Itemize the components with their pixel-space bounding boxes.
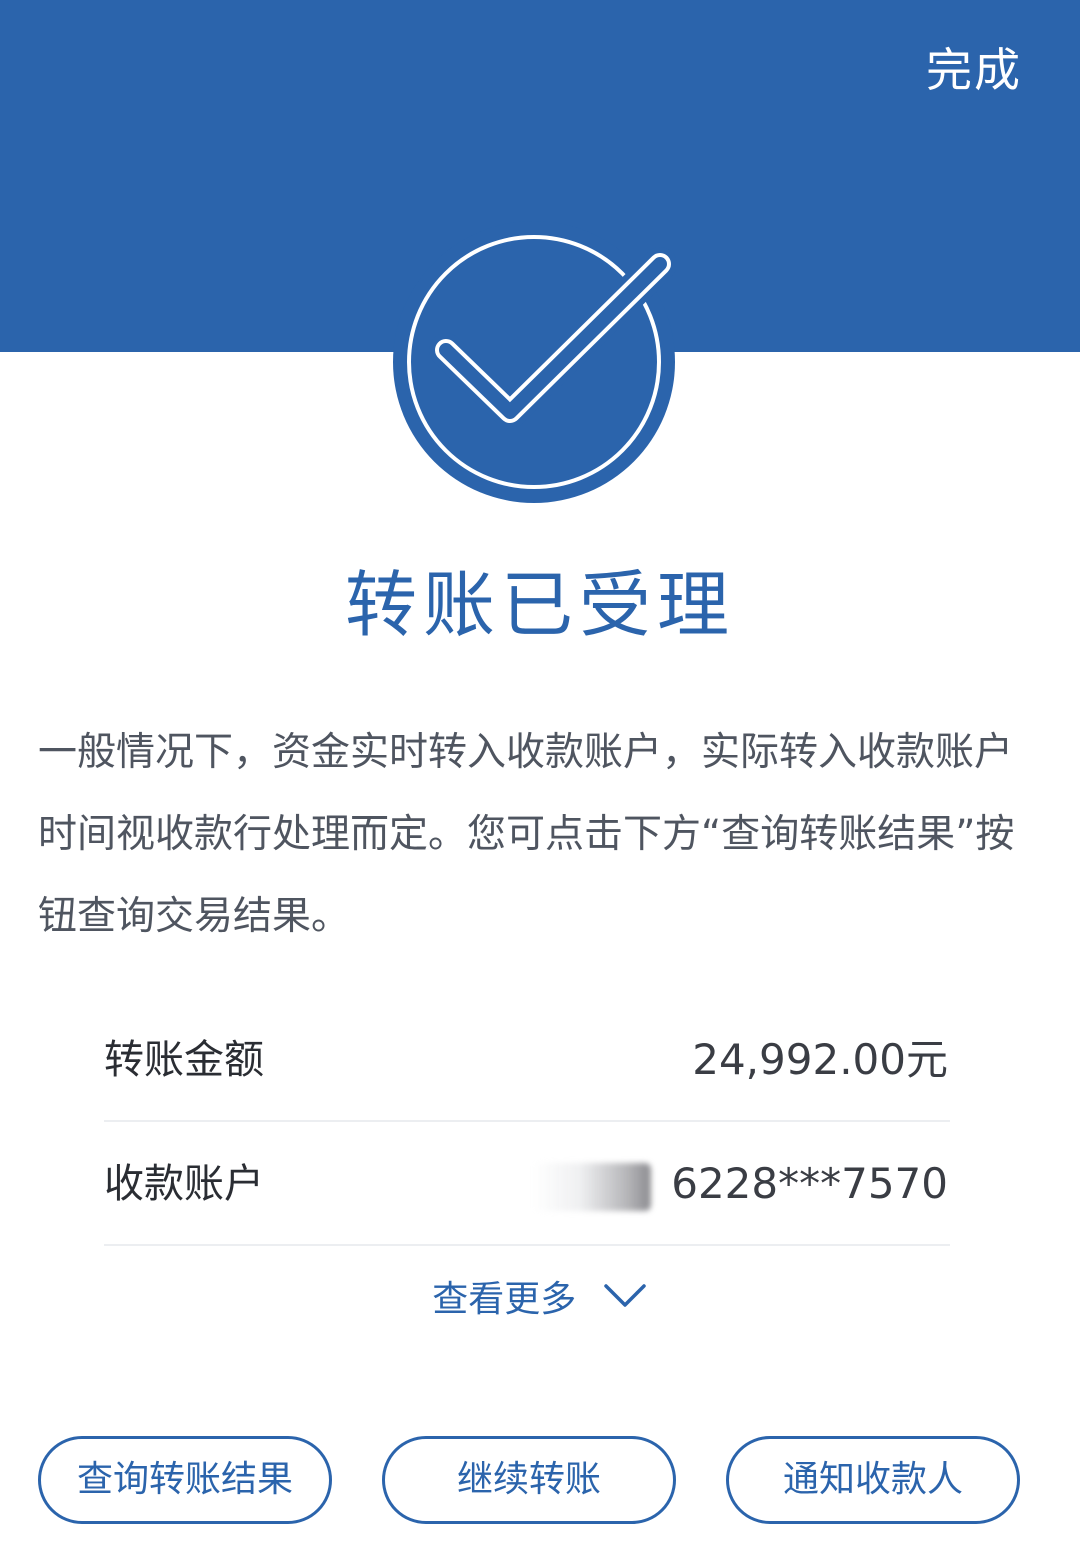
see-more-label: 查看更多 xyxy=(432,1279,577,1320)
continue-transfer-button[interactable]: 继续转账 xyxy=(382,1436,676,1524)
result-description: 一般情况下，资金实时转入收款账户，实际转入收款账户时间视收款行处理而定。您可点击… xyxy=(38,730,1015,939)
account-number: 6228***7570 xyxy=(671,1159,948,1208)
amount-value: 24,992.00元 xyxy=(692,1035,948,1084)
check-circle-icon xyxy=(384,212,684,512)
result-title: 转账已受理 xyxy=(344,563,735,647)
done-button[interactable]: 完成 xyxy=(926,38,1022,102)
account-value-wrap: 6228***7570 xyxy=(533,1152,948,1216)
amount-row: 转账金额 24,992.00元 xyxy=(104,1000,950,1122)
chevron-down-icon xyxy=(602,1268,648,1328)
notify-payee-button[interactable]: 通知收款人 xyxy=(726,1436,1020,1524)
amount-label: 转账金额 xyxy=(104,1037,264,1083)
masked-payee-name xyxy=(533,1162,652,1211)
see-more-button[interactable]: 查看更多 xyxy=(0,1270,1080,1330)
query-result-button[interactable]: 查询转账结果 xyxy=(38,1436,332,1524)
transfer-result-page: 完成 转账已受理 一般情况下，资金实时转入收款账户，实际转入收款账户时间视收款行… xyxy=(0,0,1080,1562)
account-label: 收款账户 xyxy=(104,1161,264,1207)
account-row: 收款账户 6228***7570 xyxy=(104,1124,950,1246)
